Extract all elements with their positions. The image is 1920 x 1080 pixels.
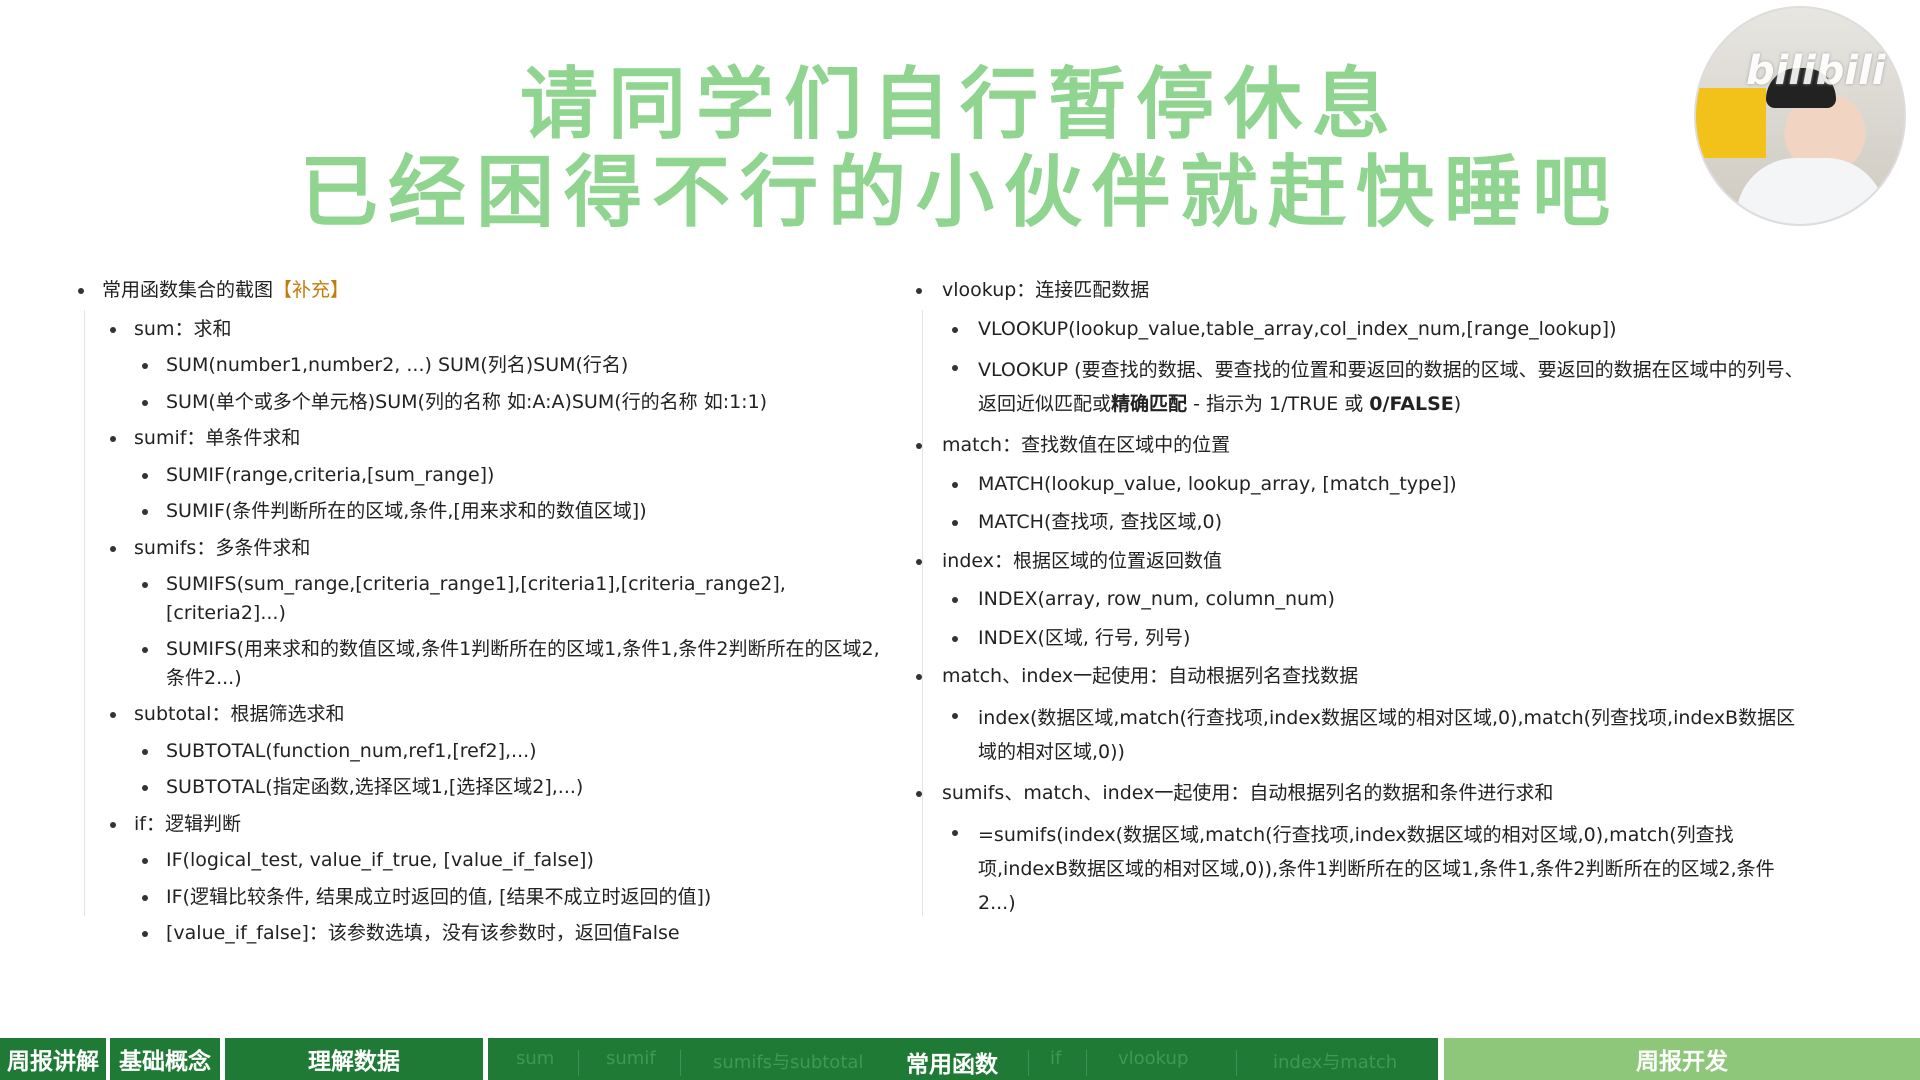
chapter-nav-bar: 周报讲解 基础概念 理解数据 sum sumif sumifs与subtotal… — [0, 1038, 1920, 1080]
list-item: if：逻辑判断 — [76, 810, 896, 839]
list-item: IF(逻辑比较条件, 结果成立时返回的值, [结果不成立时返回的值]) — [76, 883, 896, 912]
divider — [578, 1050, 579, 1076]
list-item: [value_if_false]：该参数选填，没有该参数时，返回值False — [76, 919, 896, 948]
subtab-common-functions[interactable]: 常用函数 — [906, 1045, 998, 1079]
list-item: SUMIF(range,criteria,[sum_range]) — [76, 461, 896, 490]
webcam-overlay: bilibili — [1694, 6, 1906, 226]
list-item: match、index一起使用：自动根据列名查找数据 — [912, 662, 1812, 691]
list-item: INDEX(array, row_num, column_num) — [912, 585, 1812, 614]
list-item: SUMIFS(用来求和的数值区域,条件1判断所在的区域1,条件1,条件2判断所在… — [76, 635, 896, 692]
list-item: VLOOKUP(lookup_value,table_array,col_ind… — [912, 315, 1812, 344]
nav-tab-common-functions[interactable]: sum sumif sumifs与subtotal 常用函数 if vlooku… — [488, 1038, 1438, 1080]
list-item: subtotal：根据筛选求和 — [76, 700, 896, 729]
right-column: vlookup：连接匹配数据 VLOOKUP(lookup_value,tabl… — [912, 276, 1812, 920]
subtab-sumifs-subtotal[interactable]: sumifs与subtotal — [713, 1048, 863, 1074]
banner-line-2: 已经困得不行的小伙伴就赶快睡吧 — [299, 148, 1620, 238]
list-item: SUBTOTAL(function_num,ref1,[ref2],...) — [76, 737, 896, 766]
list-item: SUM(单个或多个单元格)SUM(列的名称 如:A:A)SUM(行的名称 如:1… — [76, 388, 896, 417]
supplement-tag: 【补充】 — [273, 279, 350, 301]
list-item: INDEX(区域, 行号, 列号) — [912, 624, 1812, 653]
divider — [1236, 1050, 1237, 1076]
subtab-sum[interactable]: sum — [516, 1048, 554, 1069]
list-item: 常用函数集合的截图【补充】 — [76, 276, 896, 305]
left-column: 常用函数集合的截图【补充】 sum：求和 SUM(number1,number2… — [76, 276, 896, 948]
divider — [1028, 1050, 1029, 1076]
watermark-logo: bilibili — [1746, 48, 1886, 94]
list-item: VLOOKUP (要查找的数据、要查找的位置和要返回的数据的区域、要返回的数据在… — [912, 353, 1812, 421]
nav-tab-basic-concepts[interactable]: 基础概念 — [110, 1038, 220, 1080]
subtab-vlookup[interactable]: vlookup — [1118, 1048, 1188, 1069]
subtab-if[interactable]: if — [1050, 1048, 1061, 1069]
list-item: =sumifs(index(数据区域,match(行查找项,index数据区域的… — [912, 818, 1812, 921]
nav-tab-understand-data[interactable]: 理解数据 — [225, 1038, 483, 1080]
list-item: vlookup：连接匹配数据 — [912, 276, 1812, 305]
list-item: index：根据区域的位置返回数值 — [912, 547, 1812, 576]
list-item: SUBTOTAL(指定函数,选择区域1,[选择区域2],...) — [76, 773, 896, 802]
divider — [680, 1050, 681, 1076]
webcam-background-chair — [1696, 88, 1766, 158]
webcam-presenter-body — [1736, 158, 1886, 224]
list-item: sumifs、match、index一起使用：自动根据列名的数据和条件进行求和 — [912, 779, 1812, 808]
list-item: match：查找数值在区域中的位置 — [912, 431, 1812, 460]
vlookup-exact-match: 精确匹配 — [1111, 393, 1188, 416]
list-item: MATCH(查找项, 查找区域,0) — [912, 508, 1812, 537]
list-item: MATCH(lookup_value, lookup_array, [match… — [912, 470, 1812, 499]
section-heading: 常用函数集合的截图 — [102, 279, 274, 301]
subtab-index-match[interactable]: index与match — [1273, 1048, 1397, 1074]
list-item: SUMIFS(sum_range,[criteria_range1],[crit… — [76, 570, 896, 627]
list-item: sumifs：多条件求和 — [76, 534, 896, 563]
nav-tab-weekly-report[interactable]: 周报讲解 — [0, 1038, 106, 1080]
vlookup-close: ) — [1453, 393, 1462, 416]
list-item: SUMIF(条件判断所在的区域,条件,[用来求和的数值区域]) — [76, 497, 896, 526]
list-item: sum：求和 — [76, 315, 896, 344]
list-item: SUM(number1,number2, ...) SUM(列名)SUM(行名) — [76, 351, 896, 380]
vlookup-false: 0/FALSE — [1369, 393, 1454, 416]
divider — [1086, 1050, 1087, 1076]
list-item: sumif：单条件求和 — [76, 424, 896, 453]
nav-tab-report-development[interactable]: 周报开发 — [1444, 1038, 1920, 1080]
list-item: index(数据区域,match(行查找项,index数据区域的相对区域,0),… — [912, 701, 1812, 769]
list-item: IF(logical_test, value_if_true, [value_i… — [76, 846, 896, 875]
subtab-sumif[interactable]: sumif — [606, 1048, 656, 1069]
vlookup-desc-tail: - 指示为 1/TRUE 或 — [1187, 393, 1370, 416]
